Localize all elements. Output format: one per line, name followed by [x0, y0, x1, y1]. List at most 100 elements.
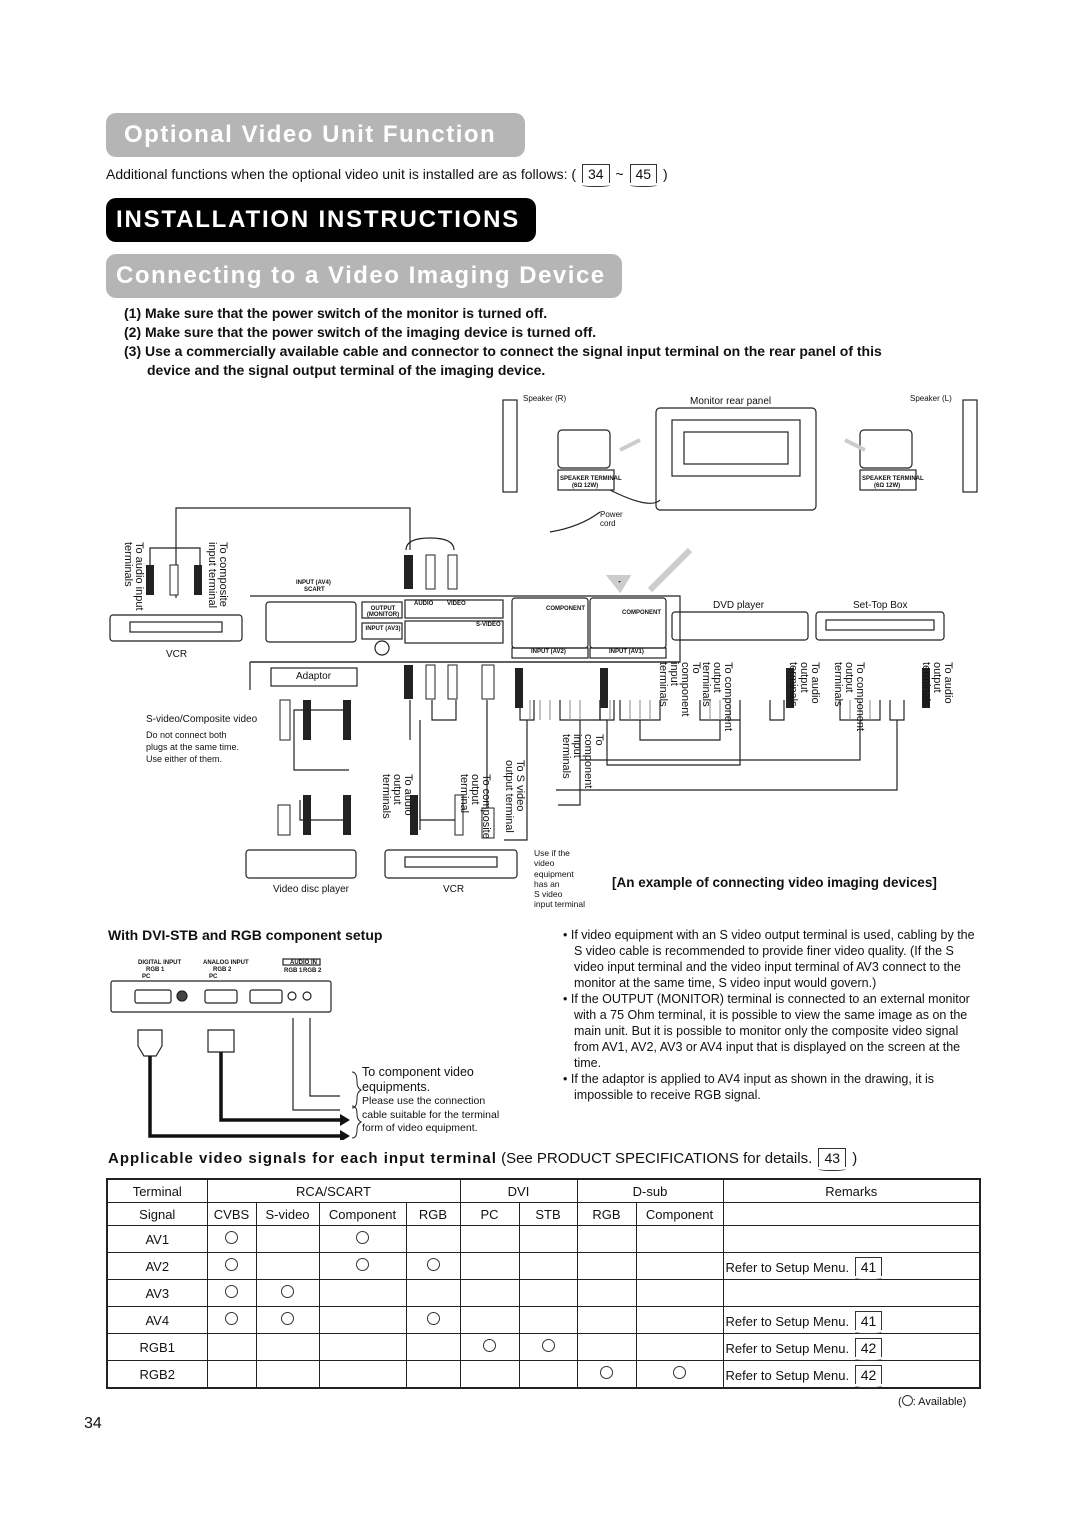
availability-cell: [459, 1360, 520, 1389]
availability-cell: [459, 1252, 520, 1280]
video-label: VIDEO: [447, 601, 466, 607]
to-component-output-dvd-label: To component output terminals: [700, 662, 734, 732]
remarks-cell: Refer to Setup Menu. 41: [722, 1306, 981, 1334]
availability-cell: [635, 1333, 724, 1361]
video-disc-player-label: Video disc player: [273, 884, 349, 895]
set-top-box-label: Set-Top Box: [853, 600, 908, 611]
availability-cell: [518, 1306, 578, 1334]
availability-cell: [576, 1279, 637, 1307]
page-ref[interactable]: 41: [854, 1310, 883, 1334]
col-rgb: RGB: [405, 1202, 461, 1226]
remarks-cell: Refer to Setup Menu. 42: [722, 1360, 981, 1389]
availability-cell: [206, 1279, 257, 1307]
availability-cell: [318, 1306, 407, 1334]
table-row: RGB1 Refer to Setup Menu. 42: [106, 1333, 981, 1361]
row-terminal: AV3: [106, 1279, 208, 1307]
page-number: 34: [84, 1415, 102, 1432]
availability-cell: [255, 1279, 320, 1307]
scart-label: SCART: [304, 587, 325, 593]
availability-cell: [405, 1306, 461, 1334]
availability-cell: [576, 1360, 637, 1389]
diagram-caption: [An example of connecting video imaging …: [612, 875, 937, 890]
table-row: AV3: [106, 1279, 981, 1307]
availability-cell: [318, 1360, 407, 1389]
availability-cell: [518, 1360, 578, 1389]
legend-text: : Available: [912, 1396, 963, 1408]
speaker-spec-l: (6Ω 12W): [874, 483, 901, 489]
availability-cell: [635, 1252, 724, 1280]
to-component-input-label-1: To component input terminals: [560, 734, 605, 789]
page-ref[interactable]: 42: [854, 1337, 883, 1361]
availability-cell: [459, 1225, 520, 1253]
to-audio-input-label: To audio input terminals: [122, 542, 145, 611]
header-terminal: Terminal: [106, 1178, 208, 1203]
remarks-cell: Refer to Setup Menu. 42: [722, 1333, 981, 1361]
available-circle-icon: [673, 1366, 686, 1379]
remarks-cell: [722, 1225, 981, 1253]
input-av4-label: INPUT (AV4): [296, 580, 331, 586]
availability-cell: [459, 1333, 520, 1361]
group-header-row: Terminal RCA/SCART DVI D-sub Remarks: [106, 1178, 981, 1203]
signals-heading-close: ): [852, 1150, 858, 1167]
col-dsub-component: Component: [635, 1202, 724, 1226]
note-item: • If the OUTPUT (MONITOR) terminal is co…: [563, 992, 970, 1070]
to-component-input-label-2: To component input terminals: [657, 662, 702, 717]
speaker-r-shape: [502, 399, 518, 493]
availability-cell: [518, 1225, 578, 1253]
vcr-bottom-label: VCR: [443, 884, 465, 895]
to-audio-output-stb-label: To audio output terminals: [920, 662, 954, 707]
adaptor-label: Adaptor: [296, 671, 332, 682]
page-ref[interactable]: 41: [854, 1256, 883, 1280]
component-note: To component video equipments. Please us…: [362, 1065, 499, 1136]
speaker-terminal-l: SPEAKER TERMINAL: [862, 476, 924, 482]
available-circle-icon: [541, 1339, 555, 1352]
page-ref-43[interactable]: 43: [818, 1148, 847, 1171]
availability-cell: [255, 1360, 320, 1389]
availability-cell: [459, 1279, 520, 1307]
col-component: Component: [318, 1202, 407, 1226]
speaker-spec-r: (6Ω 12W): [572, 483, 599, 489]
manual-page: Optional Video Unit Function Additional …: [0, 0, 1080, 1528]
monitor-rear-shape: [655, 407, 817, 511]
note-sub: Please use the connection cable suitable…: [362, 1095, 499, 1136]
note-main-2: equipments.: [362, 1080, 431, 1094]
page-ref[interactable]: 42: [854, 1364, 883, 1388]
s-video-label: S-VIDEO: [476, 622, 501, 628]
rgb2-label: RGB 2: [213, 967, 232, 973]
signal-header-row: Signal CVBS S-video Component RGB PC STB…: [106, 1202, 981, 1226]
remark-text: Refer to Setup Menu.: [725, 1313, 850, 1329]
availability-cell: [405, 1279, 461, 1307]
input-av2-label: INPUT (AV2): [531, 649, 566, 655]
col-dsub-rgb: RGB: [576, 1202, 637, 1226]
availability-cell: [635, 1360, 724, 1389]
component-av2-label: COMPONENT: [546, 606, 585, 612]
speaker-l-label: Speaker (L): [910, 394, 952, 403]
availability-cell: [576, 1306, 637, 1334]
availability-cell: [206, 1252, 257, 1280]
note-item: • If the adaptor is applied to AV4 input…: [563, 1072, 935, 1102]
availability-cell: [459, 1306, 520, 1334]
signals-heading-rest: (See PRODUCT SPECIFICATIONS for details.: [501, 1150, 813, 1167]
do-not-connect-2: plugs at the same time.: [146, 742, 240, 752]
available-circle-icon: [225, 1312, 238, 1325]
audio-label: AUDIO: [414, 601, 434, 607]
available-circle-icon: [901, 1395, 913, 1406]
note-item: • If video equipment with an S video out…: [563, 928, 975, 990]
availability-cell: [635, 1225, 724, 1253]
to-component-output-stb-label: To component output terminals: [832, 662, 866, 732]
use-if-line: input terminal: [534, 899, 586, 910]
input-av3-label: INPUT (AV3): [365, 626, 401, 632]
availability-cell: [405, 1225, 461, 1253]
available-circle-icon: [356, 1231, 369, 1244]
do-not-connect-1: Do not connect both: [146, 730, 227, 740]
do-not-connect-3: Use either of them.: [146, 754, 223, 764]
vcr-label: VCR: [166, 649, 188, 660]
signals-table: Terminal RCA/SCART DVI D-sub Remarks Sig…: [106, 1178, 981, 1389]
power-cord-label: Power cord: [600, 510, 623, 528]
pc-label-1: PC: [142, 974, 151, 980]
note-text: If the adaptor is applied to AV4 input a…: [570, 1072, 935, 1102]
to-audio-output-dvd-label: To audio output terminals: [787, 662, 821, 707]
digital-input-label: DIGITAL INPUT: [138, 960, 182, 966]
col-signal: Signal: [106, 1202, 208, 1226]
to-composite-input-label: To composite input terminal: [206, 542, 229, 609]
